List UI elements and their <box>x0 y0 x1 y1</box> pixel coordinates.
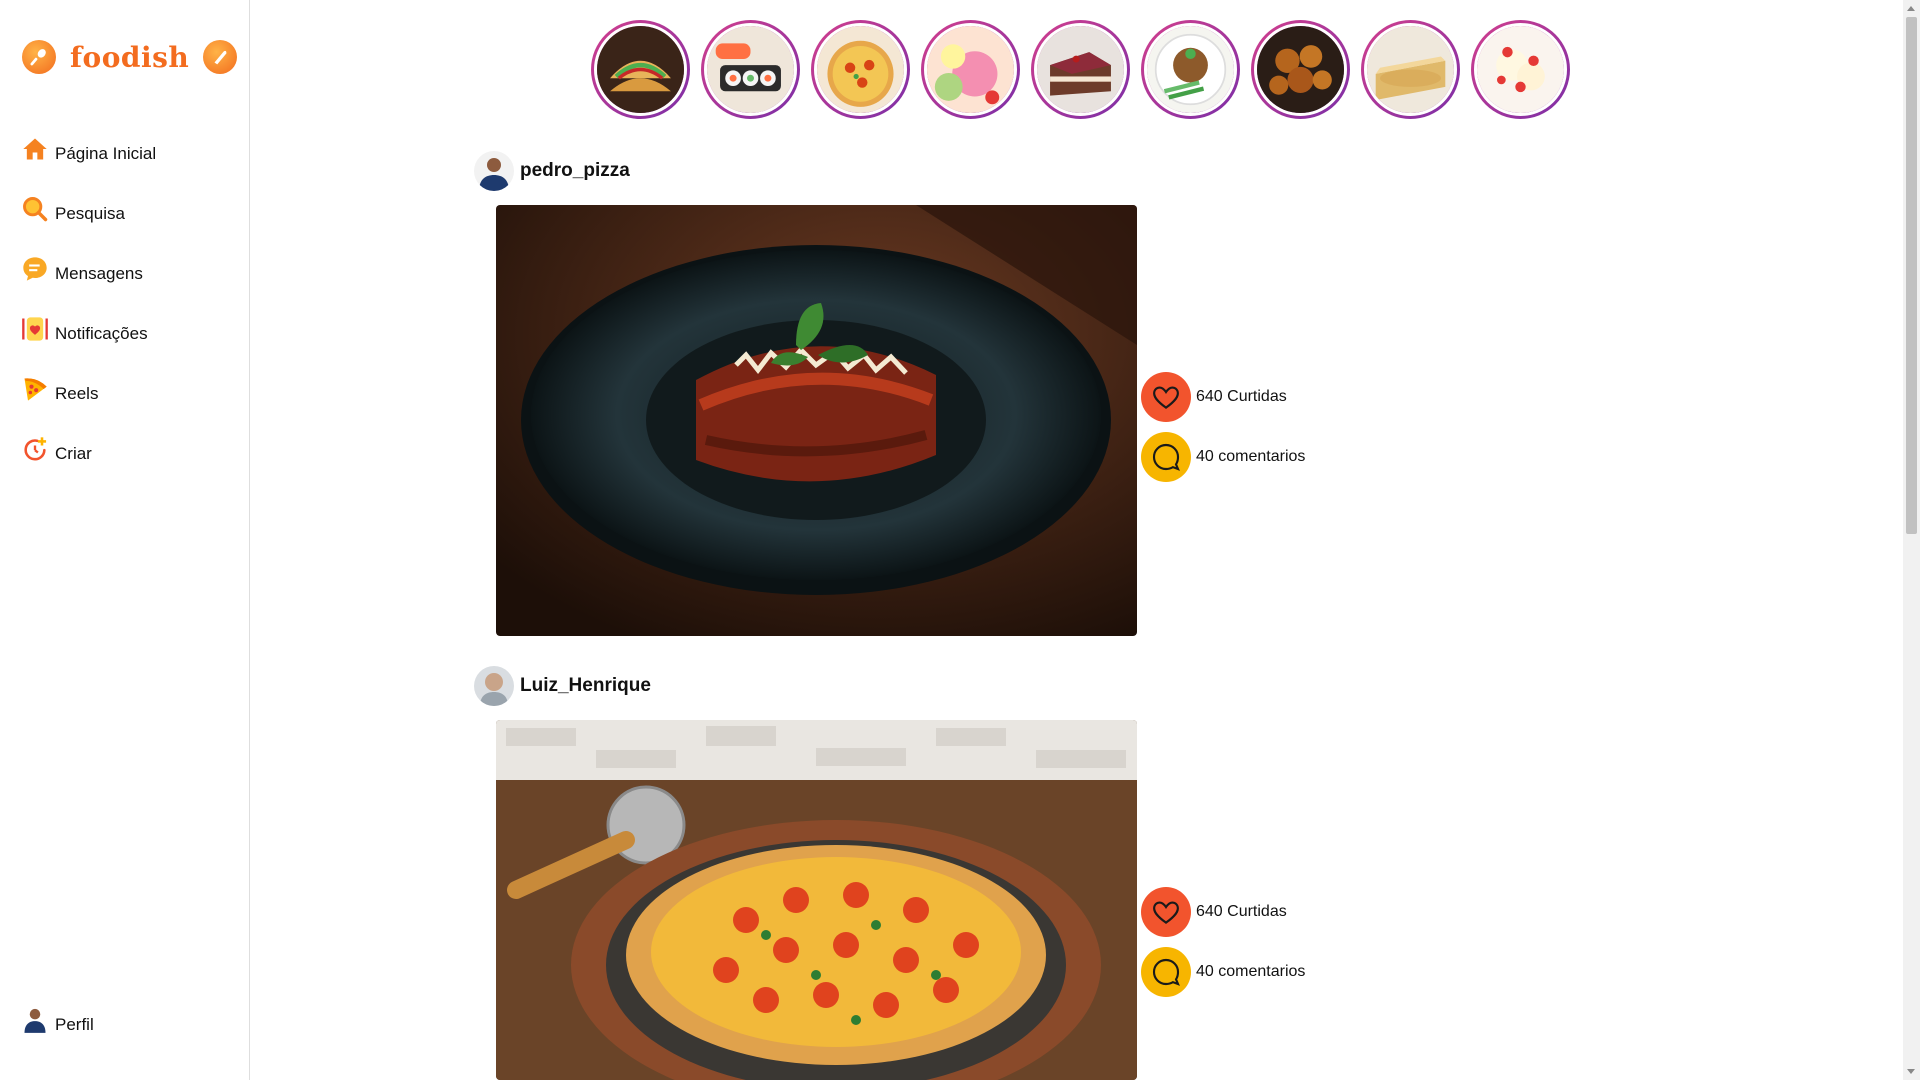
stories-bar <box>591 20 1570 119</box>
sidebar-item-search[interactable]: Pesquisa <box>20 194 156 224</box>
likes-count: 640 Curtidas <box>1196 903 1287 920</box>
sidebar-item-notifications[interactable]: Notificações <box>20 314 156 344</box>
post-username[interactable]: Luiz_Henrique <box>520 675 651 697</box>
sidebar-item-label: Mensagens <box>55 264 143 283</box>
comments-count: 40 comentarios <box>1196 963 1306 980</box>
story-tacos[interactable] <box>591 20 690 119</box>
comment-icon <box>1141 432 1191 482</box>
story-rice-dish[interactable] <box>1141 20 1240 119</box>
post-header: Luiz_Henrique <box>474 665 1374 707</box>
vertical-scrollbar[interactable] <box>1903 0 1920 1080</box>
sidebar-item-home[interactable]: Página Inicial <box>20 134 156 164</box>
sidebar-item-reels[interactable]: Reels <box>20 374 156 404</box>
story-fried-snacks[interactable] <box>1251 20 1350 119</box>
post: pedro_pizza 640 Curtidas 40 comentarios <box>474 150 1374 636</box>
notification-icon <box>20 314 50 344</box>
logo[interactable]: foodish <box>22 38 238 76</box>
create-icon <box>20 434 50 464</box>
sidebar-item-label: Notificações <box>55 324 148 343</box>
scroll-down-arrow-icon[interactable] <box>1907 1069 1915 1074</box>
sidebar-item-label: Página Inicial <box>55 144 157 163</box>
spoon-icon <box>22 40 56 74</box>
sidebar-item-label: Criar <box>55 444 92 463</box>
logo-text: foodish <box>70 40 190 74</box>
post-actions: 640 Curtidas 40 comentarios <box>1141 372 1305 492</box>
story-pizza[interactable] <box>811 20 910 119</box>
comment-button[interactable]: 40 comentarios <box>1141 432 1305 482</box>
story-ice-cream[interactable] <box>921 20 1020 119</box>
post-username[interactable]: pedro_pizza <box>520 160 630 182</box>
sidebar-item-create[interactable]: Criar <box>20 434 156 464</box>
post-image-lasagna[interactable] <box>496 205 1137 636</box>
sidebar: foodish Página Inicial Pesquisa Mensagen… <box>0 0 250 1080</box>
like-button[interactable]: 640 Curtidas <box>1141 887 1305 937</box>
story-strawberry-dessert[interactable] <box>1471 20 1570 119</box>
likes-count: 640 Curtidas <box>1196 388 1287 405</box>
message-icon <box>20 254 50 284</box>
comment-button[interactable]: 40 comentarios <box>1141 947 1305 997</box>
post: Luiz_Henrique 640 Curtidas 40 comentario… <box>474 665 1374 1080</box>
profile-avatar <box>20 1005 50 1035</box>
scroll-up-arrow-icon[interactable] <box>1907 6 1915 11</box>
post-header: pedro_pizza <box>474 150 1374 192</box>
search-icon <box>20 194 50 224</box>
story-pie[interactable] <box>1361 20 1460 119</box>
sidebar-item-label: Pesquisa <box>55 204 125 223</box>
story-cake[interactable] <box>1031 20 1130 119</box>
post-actions: 640 Curtidas 40 comentarios <box>1141 887 1305 1007</box>
heart-icon <box>1141 372 1191 422</box>
comments-count: 40 comentarios <box>1196 448 1306 465</box>
post-image-pizza[interactable] <box>496 720 1137 1080</box>
comment-icon <box>1141 947 1191 997</box>
story-sushi[interactable] <box>701 20 800 119</box>
heart-icon <box>1141 887 1191 937</box>
home-icon <box>20 134 50 164</box>
sidebar-item-label: Perfil <box>55 1015 94 1034</box>
knife-icon <box>203 40 238 74</box>
avatar[interactable] <box>474 666 514 706</box>
avatar[interactable] <box>474 151 514 191</box>
pizza-slice-icon <box>20 374 50 404</box>
sidebar-item-messages[interactable]: Mensagens <box>20 254 156 284</box>
scrollbar-thumb[interactable] <box>1906 17 1917 534</box>
sidebar-item-profile[interactable]: Perfil <box>20 1005 94 1035</box>
sidebar-item-label: Reels <box>55 384 99 403</box>
sidebar-nav: Página Inicial Pesquisa Mensagens Notifi… <box>20 134 156 494</box>
like-button[interactable]: 640 Curtidas <box>1141 372 1305 422</box>
